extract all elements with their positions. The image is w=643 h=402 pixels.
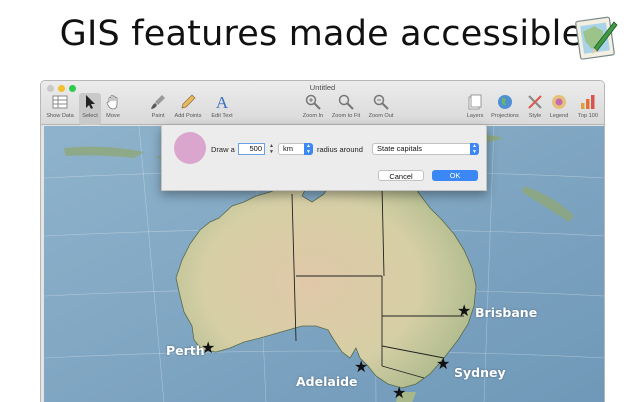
tool-paint[interactable]: Paint xyxy=(147,93,169,125)
layers-icon xyxy=(468,94,482,110)
globe-icon xyxy=(498,95,512,109)
radius-around-label: radius around xyxy=(317,145,363,154)
app-icon xyxy=(575,16,618,60)
tool-label: Style xyxy=(528,113,542,119)
tool-label: Projections xyxy=(491,113,519,119)
unit-select[interactable]: km ▲ ▼ xyxy=(278,143,313,155)
zoom-fit-icon xyxy=(338,94,354,110)
tool-select[interactable]: Select xyxy=(79,93,101,125)
tool-move[interactable]: Move xyxy=(102,93,124,125)
target-select-value: State capitals xyxy=(377,144,423,153)
draw-radius-dialog: Draw a 500 ▲ ▼ km ▲ ▼ radius around State … xyxy=(161,125,487,191)
window-toolbar: Untitled Show Data Select Move Paint Add… xyxy=(41,81,604,125)
text-a-icon: A xyxy=(216,93,229,111)
style-icon xyxy=(528,95,542,109)
target-select[interactable]: State capitals ▲ ▼ xyxy=(372,143,479,155)
tool-label: Select xyxy=(82,113,98,119)
draw-a-label: Draw a xyxy=(211,145,235,154)
tool-label: Layers xyxy=(466,113,484,119)
tool-projections[interactable]: Projections xyxy=(488,93,522,125)
zoom-in-icon xyxy=(305,94,321,110)
headline: GIS features made accessible xyxy=(59,14,584,54)
paint-brush-icon xyxy=(151,95,165,109)
unit-select-value: km xyxy=(283,144,293,153)
tool-add-points[interactable]: Add Points xyxy=(169,93,207,125)
tool-top-100[interactable]: Top 100 xyxy=(573,93,603,125)
radius-color-swatch[interactable] xyxy=(174,132,206,164)
city-label-sydney: Sydney xyxy=(454,365,506,380)
app-window: Untitled Show Data Select Move Paint Add… xyxy=(40,80,605,402)
tool-label: Show Data xyxy=(46,113,74,119)
bar-chart-icon xyxy=(581,95,595,109)
tool-label: Zoom Out xyxy=(368,113,394,119)
tool-label: Paint xyxy=(151,113,165,119)
tool-label: Zoom In xyxy=(302,113,324,119)
legend-icon xyxy=(552,95,566,109)
tool-label: Legend xyxy=(549,113,569,119)
city-label-brisbane: Brisbane xyxy=(475,305,538,320)
hand-icon xyxy=(106,95,118,110)
tool-zoom-in[interactable]: Zoom In xyxy=(299,93,327,125)
tool-label: Move xyxy=(106,113,120,119)
city-label-perth: Perth xyxy=(166,343,205,358)
city-label-adelaide: Adelaide xyxy=(296,374,358,389)
distance-stepper[interactable]: ▲ ▼ xyxy=(268,143,275,155)
brisbane-star-icon[interactable]: ★ xyxy=(457,304,471,320)
chevron-updown-icon: ▲ ▼ xyxy=(304,143,313,155)
tool-layers[interactable]: Layers xyxy=(463,93,487,125)
svg-text:A: A xyxy=(216,93,229,111)
tool-label: Edit Text xyxy=(211,113,233,119)
arrow-pointer-icon xyxy=(86,95,95,109)
cancel-button[interactable]: Cancel xyxy=(378,170,424,181)
zoom-out-icon xyxy=(373,94,389,110)
window-title: Untitled xyxy=(309,83,336,92)
tool-show-data[interactable]: Show Data xyxy=(43,93,77,125)
melbourne-star-icon[interactable]: ★ xyxy=(392,386,406,402)
tool-label: Zoom to Fit xyxy=(331,113,361,119)
tool-label: Top 100 xyxy=(578,113,598,119)
sydney-star-icon[interactable]: ★ xyxy=(436,357,450,373)
tool-label: Add Points xyxy=(174,113,202,119)
tool-legend[interactable]: Legend xyxy=(546,93,572,125)
tool-style[interactable]: Style xyxy=(524,93,546,125)
table-icon xyxy=(52,95,68,109)
pencil-icon xyxy=(181,94,196,109)
ok-button[interactable]: OK xyxy=(432,170,478,181)
chevron-updown-icon: ▲ ▼ xyxy=(470,143,479,155)
tool-zoom-out[interactable]: Zoom Out xyxy=(365,93,397,125)
distance-input[interactable]: 500 xyxy=(238,143,265,155)
tool-zoom-to-fit[interactable]: Zoom to Fit xyxy=(327,93,365,125)
tool-edit-text[interactable]: A Edit Text xyxy=(207,93,237,125)
